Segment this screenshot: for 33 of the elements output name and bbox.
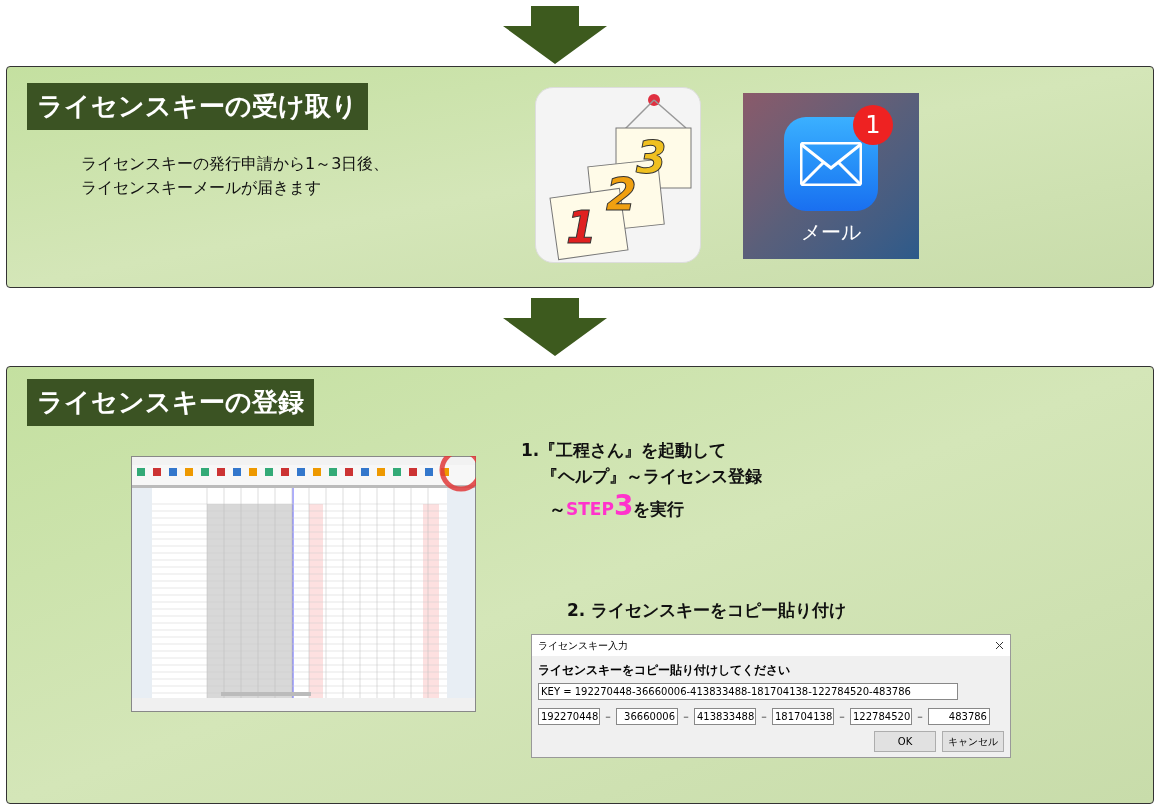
step-text: 『ヘルプ』～ライセンス登録 [540,465,763,488]
separator: － [603,709,613,724]
down-arrow-icon [503,6,607,64]
key-segment-field[interactable]: 413833488 [694,707,756,725]
dialog-title: ライセンスキー入力 [538,638,628,653]
step-text: 1.『工程さん』を起動して [521,439,728,462]
step-text: ～STEP3を実行 [548,489,686,524]
key-segment-field[interactable]: 483786 [928,707,990,725]
key-input-field[interactable]: KEY = 192270448-36660006-413833488-181704138-122784520-483786 [538,682,958,700]
calendar-day-number: 2 [606,173,637,217]
key-segment-field[interactable]: 122784520 [850,707,912,725]
dialog-prompt: ライセンスキーをコピー貼り付けしてください [538,661,791,679]
dialog-button[interactable]: OK [874,730,936,752]
key-segment-field[interactable]: 181704138 [772,707,834,725]
separator: － [759,709,769,724]
close-icon[interactable] [995,640,1004,650]
section-title: ライセンスキーの受け取り [27,83,368,130]
app-label: メール [801,219,861,246]
separator: － [915,709,925,724]
key-segment-field[interactable]: 192270448 [538,707,600,725]
key-segment-field[interactable]: 36660006 [616,707,678,725]
down-arrow-icon [503,298,607,356]
notification-badge: 1 [853,105,893,145]
step-text: 2. ライセンスキーをコピー貼り付け [566,599,848,622]
mail-icon [784,117,878,211]
description-text: ライセンスキーの発行申請から1～3日後、 [81,153,391,175]
dialog-button[interactable]: キャンセル [942,730,1004,752]
separator: － [837,709,847,724]
calendar-day-number: 1 [566,206,597,250]
section-title: ライセンスキーの登録 [27,379,314,426]
separator: － [681,709,691,724]
description-text: ライセンスキーメールが届きます [81,177,322,199]
calendar-day-number: 3 [636,136,667,180]
